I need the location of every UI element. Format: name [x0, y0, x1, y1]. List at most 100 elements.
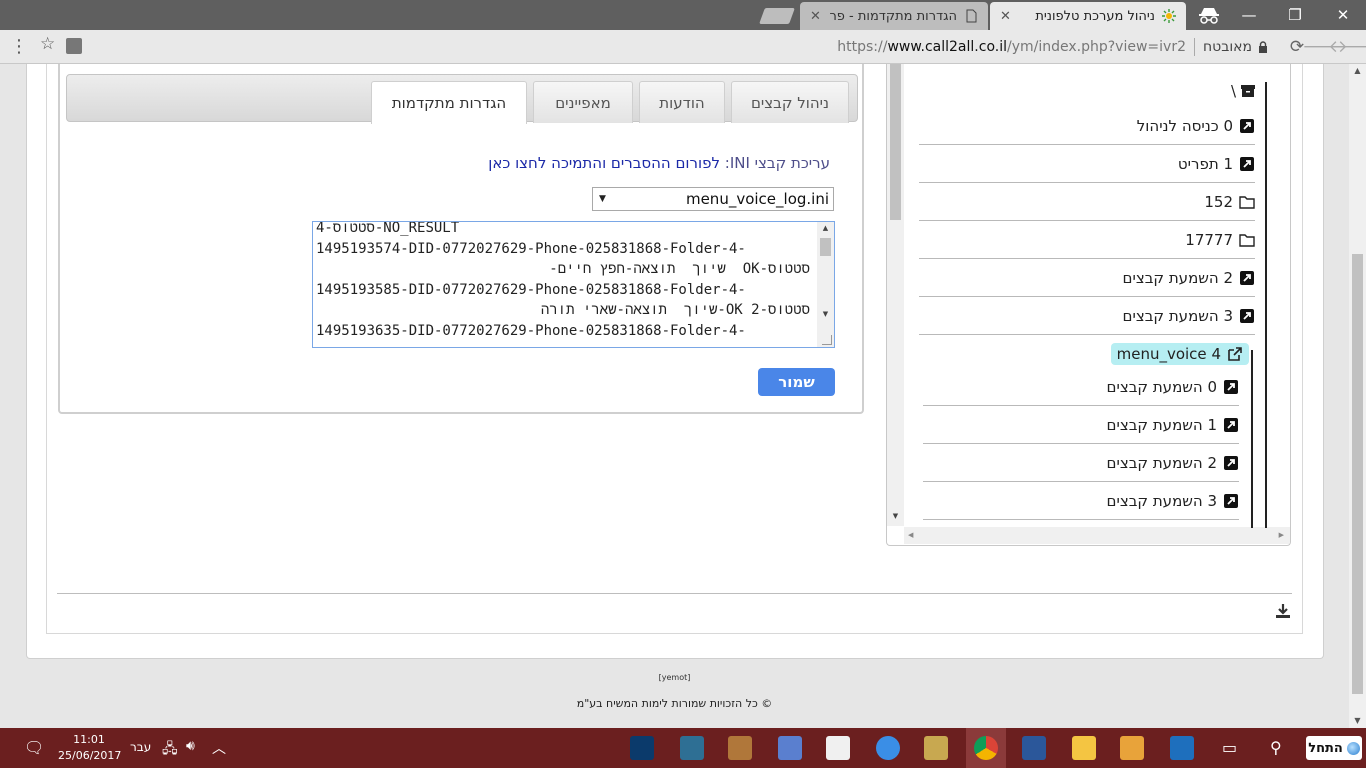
save-button[interactable]: שמור [758, 368, 835, 396]
document-favicon-icon [966, 9, 977, 23]
tree-vertical-scrollbar[interactable]: ▼ [887, 64, 904, 526]
ini-file-select[interactable]: ▼ menu_voice_log.ini [592, 187, 834, 211]
app-icon[interactable] [728, 736, 752, 760]
forward-button[interactable]: 🡒 [1302, 30, 1348, 64]
notification-icon[interactable]: 🗨︎ [24, 738, 44, 757]
scroll-down-icon[interactable]: ▼ [887, 512, 904, 520]
bookmark-star-icon[interactable]: ☆ [40, 34, 55, 54]
dictionary-icon[interactable] [778, 736, 802, 760]
outlook-icon[interactable] [1170, 736, 1194, 760]
ini-forum-link[interactable]: לפורום ההסברים והתמיכה לחצו כאן [488, 154, 720, 172]
word-icon[interactable] [1022, 736, 1046, 760]
url-path: /ym/index.php?view=ivr2 [1007, 39, 1186, 55]
footer-brand-link[interactable]: [yemot] [0, 673, 1349, 682]
tab-label: הודעות [659, 93, 705, 112]
download-icon[interactable] [1274, 602, 1292, 620]
tab-messages[interactable]: הודעות [639, 81, 725, 123]
chrome-icon[interactable] [974, 736, 998, 760]
browser-titlebar: ✕ ❐ — ניהול מערכת טלפונית ✕ הגדרות מתקדמ… [0, 0, 1366, 30]
tree-item[interactable]: 152 [919, 183, 1255, 221]
app-book-icon[interactable] [924, 736, 948, 760]
new-tab-button[interactable] [759, 8, 795, 24]
chrome-menu-icon[interactable]: ⋮ [10, 36, 28, 57]
media-player-icon[interactable] [1120, 736, 1144, 760]
tree-item[interactable]: 0 השמעת קבצים [923, 368, 1239, 406]
taskbar-clock[interactable]: 11:01 25/06/2017 [58, 732, 122, 764]
tree-item-label: 2 השמעת קבצים [1106, 453, 1217, 472]
tree-item[interactable]: 1 תפריט [919, 145, 1255, 183]
tree-root[interactable]: \ [1231, 82, 1256, 100]
scroll-up-icon[interactable]: ▲ [817, 224, 834, 232]
extension-icon[interactable] [66, 38, 82, 54]
tab-file-management[interactable]: ניהול קבצים [731, 81, 849, 123]
textarea-line: 1495193574-DID-0772027629-Phone-02583186… [316, 240, 746, 257]
windows-orb-icon [1346, 741, 1360, 755]
tree-item[interactable]: 2 השמעת קבצים [919, 259, 1255, 297]
tree-item-label: 1 השמעת קבצים [1106, 415, 1217, 434]
search-icon[interactable]: ⚲ [1270, 738, 1282, 757]
scrollbar-thumb[interactable] [1352, 254, 1363, 694]
incognito-icon [1199, 8, 1219, 24]
chevron-down-icon: ▼ [599, 194, 606, 204]
tab-properties[interactable]: מאפיינים [533, 81, 633, 123]
browser-toolbar: 🡐 🡒 ⟳ מאובטח https://www.call2all.co.il/… [0, 30, 1366, 64]
url-prefix: https:// [837, 39, 888, 55]
start-button[interactable]: התחל [1306, 736, 1362, 760]
address-bar[interactable]: מאובטח https://www.call2all.co.il/ym/ind… [34, 34, 1278, 60]
browser-tab-active[interactable]: ניהול מערכת טלפונית ✕ [990, 2, 1186, 30]
tree-item-label: 0 השמעת קבצים [1106, 377, 1217, 396]
minimize-window-button[interactable]: — [1226, 0, 1272, 30]
tree-item[interactable]: 3 השמעת קבצים [919, 297, 1255, 335]
browser-tab-inactive[interactable]: הגדרות מתקדמות - פרסו ✕ [800, 2, 988, 30]
photoshop-icon[interactable] [630, 736, 654, 760]
folder-icon [1239, 233, 1255, 247]
tree-item[interactable]: 17777 [919, 221, 1255, 259]
sun-favicon-icon [1162, 9, 1176, 23]
tab-close-icon[interactable]: ✕ [1000, 9, 1011, 24]
scroll-up-icon[interactable]: ▲ [1349, 64, 1366, 78]
tree-item-label: 4 menu_voice [1116, 345, 1221, 363]
tree-item-label: 0 כניסה לניהול [1136, 116, 1233, 135]
internet-explorer-icon[interactable] [876, 736, 900, 760]
maximize-window-button[interactable]: ❐ [1272, 0, 1318, 30]
scrollbar-thumb[interactable] [820, 238, 831, 256]
external-link-square-icon [1240, 308, 1254, 323]
tree-item-label: 3 השמעת קבצים [1122, 306, 1233, 325]
scroll-right-icon[interactable]: ▶ [1279, 527, 1284, 544]
secure-indicator[interactable]: מאובטח [1203, 39, 1268, 55]
chevron-up-icon[interactable]: ︿ [212, 738, 226, 758]
file-explorer-icon[interactable] [1072, 736, 1096, 760]
app-icon[interactable] [826, 736, 850, 760]
ini-content-textarea[interactable]: 4-סטטוס-NO_RESULT 1495193574-DID-07720276… [312, 221, 835, 348]
volume-icon[interactable]: 🔊︎ [186, 738, 195, 754]
reader-icon[interactable] [680, 736, 704, 760]
clock-date: 25/06/2017 [58, 749, 122, 762]
language-indicator[interactable]: עבר [130, 740, 151, 754]
tree-item-label: 1 תפריט [1177, 154, 1233, 173]
tab-close-icon[interactable]: ✕ [810, 9, 821, 24]
scroll-down-icon[interactable]: ▼ [1349, 714, 1366, 728]
page-scrollbar[interactable]: ▲ ▼ [1349, 64, 1366, 728]
reload-button[interactable]: ⟳ [1284, 30, 1310, 64]
folder-icon [1239, 195, 1255, 209]
tree-item[interactable]: 3 השמעת קבצים [923, 482, 1239, 520]
task-view-icon[interactable]: ▭ [1222, 738, 1237, 757]
tab-label: מאפיינים [555, 93, 611, 112]
resize-grip-icon[interactable] [822, 335, 832, 345]
tree-item[interactable]: 0 כניסה לניהול [919, 107, 1255, 145]
tab-label: ניהול קבצים [750, 93, 830, 112]
tree-horizontal-scrollbar[interactable]: ◀ ▶ [904, 527, 1290, 544]
tree-item[interactable]: 1 השמעת קבצים [923, 406, 1239, 444]
tab-advanced-settings[interactable]: הגדרות מתקדמות [371, 81, 527, 124]
close-window-button[interactable]: ✕ [1320, 0, 1366, 30]
textarea-scrollbar[interactable]: ▲ ▼ [817, 222, 834, 347]
network-icon[interactable]: 🖧︎ [162, 738, 178, 762]
scrollbar-thumb[interactable] [890, 64, 901, 220]
tree-item[interactable]: 2 השמעת קבצים [923, 444, 1239, 482]
tab-label: הגדרות מתקדמות [391, 94, 507, 112]
panel-tabbar: ניהול קבצים הודעות מאפיינים הגדרות מתקדמ… [66, 74, 858, 124]
scroll-left-icon[interactable]: ◀ [908, 527, 913, 544]
tree-item-label: 2 השמעת קבצים [1122, 268, 1233, 287]
scroll-down-icon[interactable]: ▼ [817, 310, 834, 318]
url-host: www.call2all.co.il [887, 39, 1007, 55]
